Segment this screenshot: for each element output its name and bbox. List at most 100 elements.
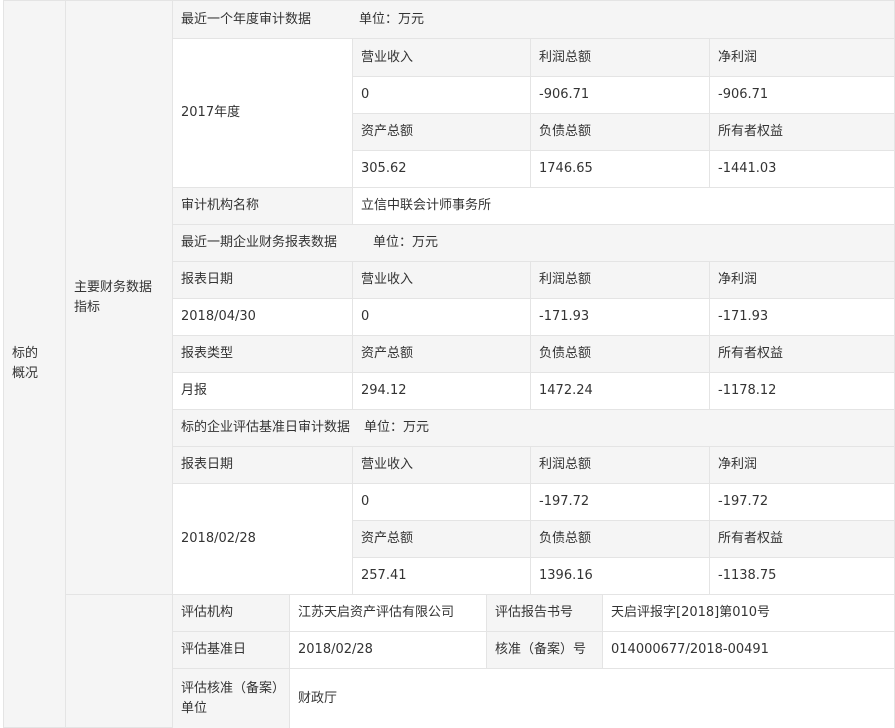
cell-text: 资产总额 — [361, 531, 414, 546]
cell-text: 负债总额 — [539, 531, 592, 546]
cell-text: 江苏天启资产评估有限公司 — [298, 605, 455, 620]
recent-v2-2: 1472.24 — [531, 373, 710, 410]
cell-text: 资产总额 — [361, 124, 414, 139]
recent-v2-1: 294.12 — [353, 373, 531, 410]
recent-v2-0: 月报 — [173, 373, 353, 410]
annual-audit-header: 最近一个年度审计数据 单位：万元 — [173, 1, 895, 39]
eval-v2-0: 257.41 — [353, 558, 531, 595]
annual-h2-2: 所有者权益 — [710, 114, 895, 151]
annual-v2-2: -1441.03 — [710, 151, 895, 188]
cell-text: 所有者权益 — [718, 531, 784, 546]
eval-audit-title: 标的企业评估基准日审计数据 — [181, 420, 351, 435]
appraisal-org-value: 江苏天启资产评估有限公司 — [290, 595, 487, 632]
cell-text: 2018/04/30 — [181, 309, 256, 324]
annual-year-cell: 2017年度 — [173, 39, 353, 188]
annual-v1-2: -906.71 — [710, 77, 895, 114]
cell-text: -197.72 — [539, 494, 590, 509]
annual-v1-1: -906.71 — [531, 77, 710, 114]
section-label-appraisal-blank — [66, 595, 173, 728]
eval-audit-unit: 单位：万元 — [364, 420, 430, 435]
recent-h2-1: 资产总额 — [353, 336, 531, 373]
recent-h2-3: 所有者权益 — [710, 336, 895, 373]
recent-h1-1: 营业收入 — [353, 262, 531, 299]
eval-v1-1: -197.72 — [531, 484, 710, 521]
eval-v1-2: -197.72 — [710, 484, 895, 521]
annual-audit-unit: 单位：万元 — [359, 11, 425, 27]
recent-v1-2: -171.93 — [531, 299, 710, 336]
eval-date-cell: 2018/02/28 — [173, 484, 353, 595]
eval-v2-2: -1138.75 — [710, 558, 895, 595]
annual-v2-1: 1746.65 — [531, 151, 710, 188]
eval-h1-1: 营业收入 — [353, 447, 531, 484]
cell-text: -1441.03 — [718, 161, 777, 176]
cell-text: -171.93 — [718, 309, 769, 324]
appraisal-report-value: 天启评报字[2018]第010号 — [603, 595, 895, 632]
eval-v1-0: 0 — [353, 484, 531, 521]
cell-text: 立信中联会计师事务所 — [361, 198, 492, 213]
eval-h2-0: 资产总额 — [353, 521, 531, 558]
cell-text: 营业收入 — [361, 272, 414, 287]
cell-text: 1396.16 — [539, 568, 593, 583]
section-label-financial-indicators: 主要财务数据指标 — [66, 1, 173, 595]
cell-text: 净利润 — [718, 457, 758, 472]
cell-text: 利润总额 — [539, 49, 592, 65]
financial-indicators-text: 主要财务数据指标 — [74, 279, 153, 315]
cell-text: -171.93 — [539, 309, 590, 324]
cell-text: 2018/02/28 — [298, 642, 373, 657]
appraisal-approval-no-value: 014000677/2018-00491 — [603, 632, 895, 669]
auditor-value: 立信中联会计师事务所 — [353, 188, 895, 225]
recent-v1-0: 2018/04/30 — [173, 299, 353, 336]
eval-h2-2: 所有者权益 — [710, 521, 895, 558]
eval-audit-header: 标的企业评估基准日审计数据 单位：万元 — [173, 410, 895, 447]
cell-text: 0 — [361, 87, 370, 102]
cell-text: 负债总额 — [539, 346, 592, 361]
auditor-label: 审计机构名称 — [173, 188, 353, 225]
cell-text: 评估报告书号 — [495, 605, 574, 620]
cell-text: 天启评报字[2018]第010号 — [611, 605, 771, 620]
recent-v2-3: -1178.12 — [710, 373, 895, 410]
cell-text: 资产总额 — [361, 346, 414, 361]
appraisal-approval-unit-value: 财政厅 — [290, 669, 895, 728]
annual-h2-0: 资产总额 — [353, 114, 531, 151]
cell-text: 利润总额 — [539, 272, 592, 287]
cell-text: 月报 — [181, 383, 208, 398]
eval-h1-2: 利润总额 — [531, 447, 710, 484]
cell-text: 利润总额 — [539, 457, 592, 472]
annual-year: 2017年度 — [181, 105, 241, 120]
cell-text: 所有者权益 — [718, 346, 784, 361]
annual-h1-0: 营业收入 — [353, 39, 531, 77]
annual-h1-1: 利润总额 — [531, 39, 710, 77]
recent-report-unit: 单位：万元 — [373, 235, 439, 250]
cell-text: 294.12 — [361, 383, 407, 398]
cell-text: 1472.24 — [539, 383, 593, 398]
eval-v2-1: 1396.16 — [531, 558, 710, 595]
recent-report-header: 最近一期企业财务报表数据 单位：万元 — [173, 225, 895, 262]
cell-text: 0 — [361, 494, 370, 509]
cell-text: 305.62 — [361, 161, 407, 176]
cell-text: 0 — [361, 309, 370, 324]
appraisal-base-date-value: 2018/02/28 — [290, 632, 487, 669]
cell-text: -1178.12 — [718, 383, 777, 398]
section-label-target-overview: 标的概况 — [4, 1, 66, 728]
recent-h1-0: 报表日期 — [173, 262, 353, 299]
cell-text: 负债总额 — [539, 124, 592, 139]
recent-h1-2: 利润总额 — [531, 262, 710, 299]
cell-text: 014000677/2018-00491 — [611, 642, 769, 657]
annual-h1-2: 净利润 — [710, 39, 895, 77]
cell-text: 净利润 — [718, 49, 758, 65]
cell-text: 评估核准（备案）单位 — [181, 680, 279, 716]
cell-text: 2018/02/28 — [181, 531, 256, 546]
cell-text: 257.41 — [361, 568, 407, 583]
section-label-text: 标的概况 — [12, 346, 39, 381]
recent-v1-1: 0 — [353, 299, 531, 336]
cell-text: 审计机构名称 — [181, 198, 260, 213]
cell-text: 报表类型 — [181, 346, 234, 361]
appraisal-org-label: 评估机构 — [173, 595, 290, 632]
cell-text: 报表日期 — [181, 457, 234, 472]
appraisal-report-label: 评估报告书号 — [487, 595, 603, 632]
recent-h2-0: 报表类型 — [173, 336, 353, 373]
appraisal-approval-no-label: 核准（备案）号 — [487, 632, 603, 669]
recent-v1-3: -171.93 — [710, 299, 895, 336]
annual-audit-title: 最近一个年度审计数据 — [181, 11, 312, 27]
recent-h1-3: 净利润 — [710, 262, 895, 299]
